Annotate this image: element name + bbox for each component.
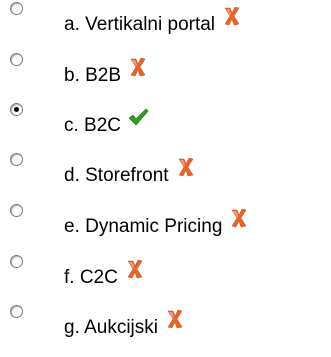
option-e[interactable]: e. Dynamic Pricing	[0, 202, 331, 242]
radio-button[interactable]	[10, 305, 23, 318]
option-label: d. Storefront	[64, 157, 197, 187]
radio-button[interactable]	[10, 53, 23, 66]
option-d[interactable]: d. Storefront	[0, 151, 331, 191]
answer-options: a. Vertikalni portal b. B2B c. B2C d. St…	[0, 0, 331, 357]
option-label: a. Vertikalni portal	[64, 6, 243, 36]
wrong-icon	[164, 308, 186, 330]
wrong-icon	[124, 258, 146, 280]
radio-button[interactable]	[10, 153, 23, 166]
wrong-icon	[175, 156, 197, 178]
option-label: g. Aukcijski	[64, 309, 186, 339]
correct-icon	[127, 106, 149, 128]
option-a[interactable]: a. Vertikalni portal	[0, 0, 331, 40]
radio-button-selected[interactable]	[10, 103, 23, 116]
option-b[interactable]: b. B2B	[0, 51, 331, 91]
option-label: e. Dynamic Pricing	[64, 208, 250, 238]
radio-button[interactable]	[10, 204, 23, 217]
radio-button[interactable]	[10, 2, 23, 15]
option-label: f. C2C	[64, 259, 146, 289]
option-label: b. B2B	[64, 57, 149, 87]
wrong-icon	[228, 207, 250, 229]
radio-button[interactable]	[10, 255, 23, 268]
wrong-icon	[221, 5, 243, 27]
wrong-icon	[127, 56, 149, 78]
option-f[interactable]: f. C2C	[0, 253, 331, 293]
option-g[interactable]: g. Aukcijski	[0, 303, 331, 343]
option-c[interactable]: c. B2C	[0, 101, 331, 141]
option-label: c. B2C	[64, 108, 149, 137]
